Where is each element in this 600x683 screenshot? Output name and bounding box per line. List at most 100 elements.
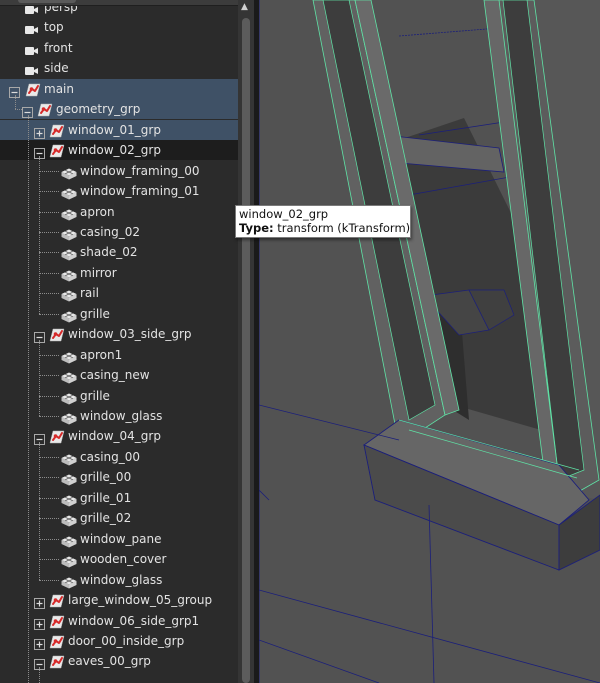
outliner-item-label: window_framing_01: [80, 184, 200, 199]
outliner-item-label: shade_02: [80, 245, 138, 260]
outliner-item[interactable]: eaves_00_grp: [0, 651, 238, 671]
outliner-scrollbar[interactable]: ▲: [238, 0, 254, 683]
outliner-item[interactable]: mirror: [0, 263, 238, 283]
outliner-item-label: casing_00: [80, 449, 141, 464]
outliner-item[interactable]: main: [0, 78, 238, 101]
node-tooltip: window_02_grp Type: transform (kTransfor…: [235, 205, 411, 238]
outliner-item-label: wooden_cover: [80, 552, 167, 567]
tooltip-title: window_02_grp: [239, 207, 329, 221]
outliner-item[interactable]: window_04_grp: [0, 426, 238, 446]
transform-group-icon: [49, 593, 65, 612]
tree-guide-line: [39, 211, 59, 213]
outliner-item[interactable]: window_glass: [0, 570, 238, 590]
outliner-item-label: main: [44, 81, 74, 96]
outliner-item-label: window_04_grp: [68, 429, 161, 444]
outliner-item-label: apron: [80, 204, 115, 219]
outliner-item[interactable]: window_pane: [0, 529, 238, 549]
tree-guide-line: [39, 252, 59, 254]
outliner-item[interactable]: geometry_grp: [0, 99, 238, 121]
outliner-item[interactable]: window_glass: [0, 406, 238, 426]
outliner-item-label: grille: [80, 306, 110, 321]
outliner-item[interactable]: door_00_inside_grp: [0, 631, 238, 651]
scroll-up-arrow-icon[interactable]: ▲: [241, 3, 248, 12]
outliner-item-label: eaves_00_grp: [68, 654, 151, 669]
outliner-item[interactable]: window_06_side_grp1: [0, 611, 238, 631]
outliner-item[interactable]: shade_02: [0, 242, 238, 262]
outliner-item[interactable]: window_02_grp: [0, 140, 238, 162]
tree-guide-line: [39, 272, 59, 274]
viewport-scene[interactable]: [259, 0, 600, 683]
outliner-item[interactable]: window_framing_01: [0, 181, 238, 201]
outliner-item-label: window_pane: [80, 531, 162, 546]
outliner-item[interactable]: grille_02: [0, 508, 238, 528]
transform-group-icon: [49, 429, 65, 448]
transform-group-icon: [49, 614, 65, 633]
outliner-item-label: window_02_grp: [68, 143, 161, 158]
tree-guide-line: [15, 109, 22, 111]
outliner-item[interactable]: apron: [0, 202, 238, 222]
tree-guide-line: [39, 231, 59, 233]
outliner-item[interactable]: side: [0, 58, 238, 78]
tree-guide-line: [39, 579, 59, 581]
tree-guide-line: [39, 395, 59, 397]
outliner-item[interactable]: grille_01: [0, 488, 238, 508]
tree-guide-line: [39, 170, 59, 172]
outliner-item[interactable]: rail: [0, 283, 238, 303]
transform-group-icon: [49, 634, 65, 653]
tooltip-type-value: transform (kTransform): [277, 221, 411, 235]
outliner-item[interactable]: apron1: [0, 345, 238, 365]
outliner-item-label: window_glass: [80, 572, 163, 587]
outliner-item-label: window_06_side_grp1: [68, 613, 200, 628]
tree-guide-line: [39, 442, 40, 580]
tree-guide-line: [39, 156, 40, 314]
tooltip-type-label: Type:: [239, 221, 274, 235]
outliner-item[interactable]: casing_00: [0, 447, 238, 467]
transform-group-icon: [49, 143, 65, 162]
outliner-item[interactable]: window_framing_00: [0, 161, 238, 181]
outliner-item-label: window_framing_00: [80, 163, 200, 178]
outliner-menu-strip: [0, 0, 254, 6]
outliner-item[interactable]: casing_02: [0, 222, 238, 242]
outliner-item[interactable]: top: [0, 17, 238, 37]
tree-guide-line: [39, 293, 59, 295]
outliner-item[interactable]: large_window_05_group: [0, 590, 238, 610]
outliner-item[interactable]: window_01_grp: [0, 119, 238, 140]
outliner-item-label: mirror: [80, 265, 117, 280]
outliner-item-label: casing_02: [80, 224, 141, 239]
tree-guide-line: [39, 191, 59, 193]
outliner-item[interactable]: front: [0, 38, 238, 58]
outliner-item-label: window_03_side_grp: [68, 327, 192, 342]
outliner-item-label: door_00_inside_grp: [68, 633, 185, 648]
outliner-item-label: grille_02: [80, 511, 132, 526]
transform-group-icon: [37, 102, 53, 121]
outliner-item-label: window_glass: [80, 409, 163, 423]
transform-group-icon: [49, 654, 65, 673]
tree-guide-line: [15, 94, 16, 110]
outliner-item[interactable]: grille: [0, 386, 238, 406]
outliner-item-label: rail: [80, 286, 99, 301]
tree-guide-line: [28, 115, 29, 683]
transform-group-icon: [25, 82, 41, 101]
outliner-item-label: grille: [80, 388, 110, 403]
tree-guide-line: [39, 559, 59, 561]
outliner-item-label: grille_00: [80, 470, 132, 485]
outliner-item-label: front: [44, 40, 73, 55]
3d-viewport[interactable]: [259, 0, 600, 683]
outliner-item[interactable]: wooden_cover: [0, 549, 238, 569]
outliner-item-label: top: [44, 20, 64, 35]
tree-guide-line: [39, 456, 59, 458]
outliner-item-label: side: [44, 61, 69, 76]
outliner-item[interactable]: casing_new: [0, 365, 238, 385]
outliner-item[interactable]: window_03_side_grp: [0, 324, 238, 344]
outliner-item[interactable]: grille: [0, 304, 238, 324]
outliner-item-label: grille_01: [80, 490, 132, 505]
scrollbar-thumb[interactable]: [242, 18, 250, 683]
outliner-item[interactable]: grille_00: [0, 467, 238, 487]
tree-guide-line: [39, 354, 59, 356]
tree-guide-line: [39, 667, 40, 683]
outliner-item-label: apron1: [80, 347, 123, 362]
outliner-item-label: large_window_05_group: [68, 593, 213, 608]
tree-guide-line: [39, 416, 59, 417]
tree-guide-line: [39, 477, 59, 479]
tooltip-type-line: Type: transform (kTransform): [239, 221, 410, 235]
